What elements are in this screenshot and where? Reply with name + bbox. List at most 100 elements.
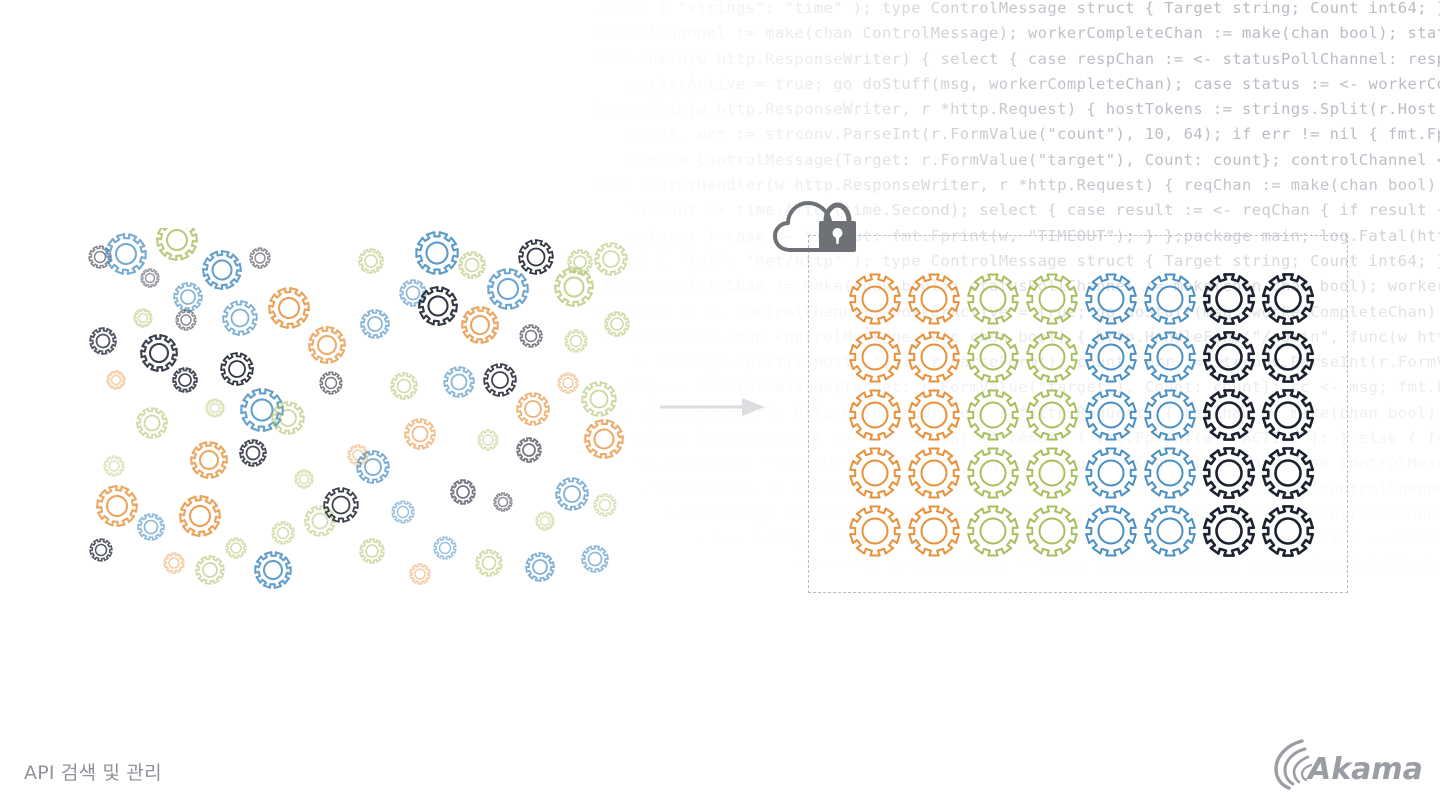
gear	[849, 447, 901, 499]
gear	[175, 309, 197, 331]
gear	[201, 249, 243, 291]
gear	[1085, 273, 1137, 325]
gear	[967, 447, 1019, 499]
gear	[415, 231, 459, 275]
code-line: timeout := time.After(time.Second); sele…	[628, 201, 1440, 220]
gear	[525, 552, 555, 582]
code-line: func admin(w http.ResponseWriter) { sele…	[590, 49, 1440, 68]
gear	[1085, 505, 1137, 557]
gear	[516, 392, 550, 426]
code-line: msg := ControlMessage{Target: r.FormValu…	[628, 150, 1440, 169]
gear	[360, 309, 390, 339]
gear	[1202, 331, 1256, 383]
gear	[908, 331, 960, 383]
gear	[443, 366, 475, 398]
gear	[103, 455, 125, 477]
gear	[584, 419, 624, 459]
gear	[967, 331, 1019, 383]
gear	[1026, 447, 1078, 499]
gear	[450, 479, 476, 505]
gear	[1144, 331, 1196, 383]
gear	[133, 308, 153, 328]
gear	[323, 487, 359, 523]
gear	[239, 439, 267, 467]
gear	[140, 334, 178, 372]
slide-caption: API 검색 및 관리	[24, 762, 162, 784]
gear	[594, 242, 628, 276]
gear	[1085, 389, 1137, 441]
gear	[172, 367, 198, 393]
gear	[89, 327, 117, 355]
gear	[1202, 447, 1256, 499]
transformation-arrow	[660, 398, 765, 416]
gear	[581, 381, 617, 417]
gear	[1144, 505, 1196, 557]
gear	[555, 477, 589, 511]
gear	[593, 493, 617, 517]
gear	[1026, 389, 1078, 441]
gear	[908, 273, 960, 325]
gear	[1144, 273, 1196, 325]
code-line: import ( "strings"; "time" ); type Contr…	[590, 0, 1440, 17]
gear	[908, 389, 960, 441]
gear	[304, 505, 336, 537]
code-line: workerActive = true; go doStuff(msg, wor…	[628, 74, 1440, 93]
gear	[967, 389, 1019, 441]
gear	[849, 505, 901, 557]
gear	[564, 329, 588, 353]
code-line: count, err := strconv.ParseInt(r.FormVal…	[628, 125, 1440, 144]
gear	[307, 325, 347, 365]
code-line: func statusHandler(w http.ResponseWriter…	[590, 176, 1440, 195]
gear	[404, 418, 436, 450]
akamai-logo: Akamai	[1274, 739, 1424, 790]
gear	[1261, 447, 1315, 499]
gear	[319, 371, 343, 395]
gear	[1202, 389, 1256, 441]
gear	[1144, 389, 1196, 441]
gear	[89, 538, 113, 562]
gear	[1261, 505, 1315, 557]
gear	[359, 538, 385, 564]
gear	[849, 331, 901, 383]
gear	[205, 398, 225, 418]
gear	[356, 450, 390, 484]
gear	[254, 551, 292, 589]
gear	[1026, 273, 1078, 325]
gear	[461, 306, 499, 344]
gear	[604, 311, 630, 337]
gear	[1026, 331, 1078, 383]
gear	[458, 251, 486, 279]
gear	[518, 239, 554, 275]
gear	[1261, 331, 1315, 383]
gear	[908, 447, 960, 499]
gear	[391, 500, 415, 524]
gear	[163, 552, 185, 574]
gear	[268, 286, 310, 330]
gear	[137, 513, 165, 541]
gear	[1202, 505, 1256, 557]
gear	[179, 494, 221, 538]
gear	[849, 273, 901, 325]
managed-api-inventory	[808, 235, 1348, 593]
gear	[195, 555, 225, 585]
gear	[136, 407, 168, 439]
code-line: func admin(w http.ResponseWriter, r *htt…	[590, 100, 1440, 119]
gear	[190, 441, 228, 479]
gear	[516, 437, 542, 463]
gear	[908, 505, 960, 557]
akamai-wordmark: Akamai	[1306, 752, 1424, 787]
gear	[483, 363, 517, 397]
gear	[557, 372, 579, 394]
gear	[358, 248, 384, 274]
unmanaged-api-sprawl	[80, 218, 640, 589]
gear	[140, 268, 160, 288]
scattered-gears	[88, 218, 630, 589]
gear	[849, 389, 901, 441]
gear	[1085, 447, 1137, 499]
gear	[249, 247, 271, 269]
gear	[477, 429, 499, 451]
gear	[225, 537, 247, 559]
gear	[1144, 447, 1196, 499]
gear	[271, 521, 295, 545]
gear	[106, 370, 126, 390]
